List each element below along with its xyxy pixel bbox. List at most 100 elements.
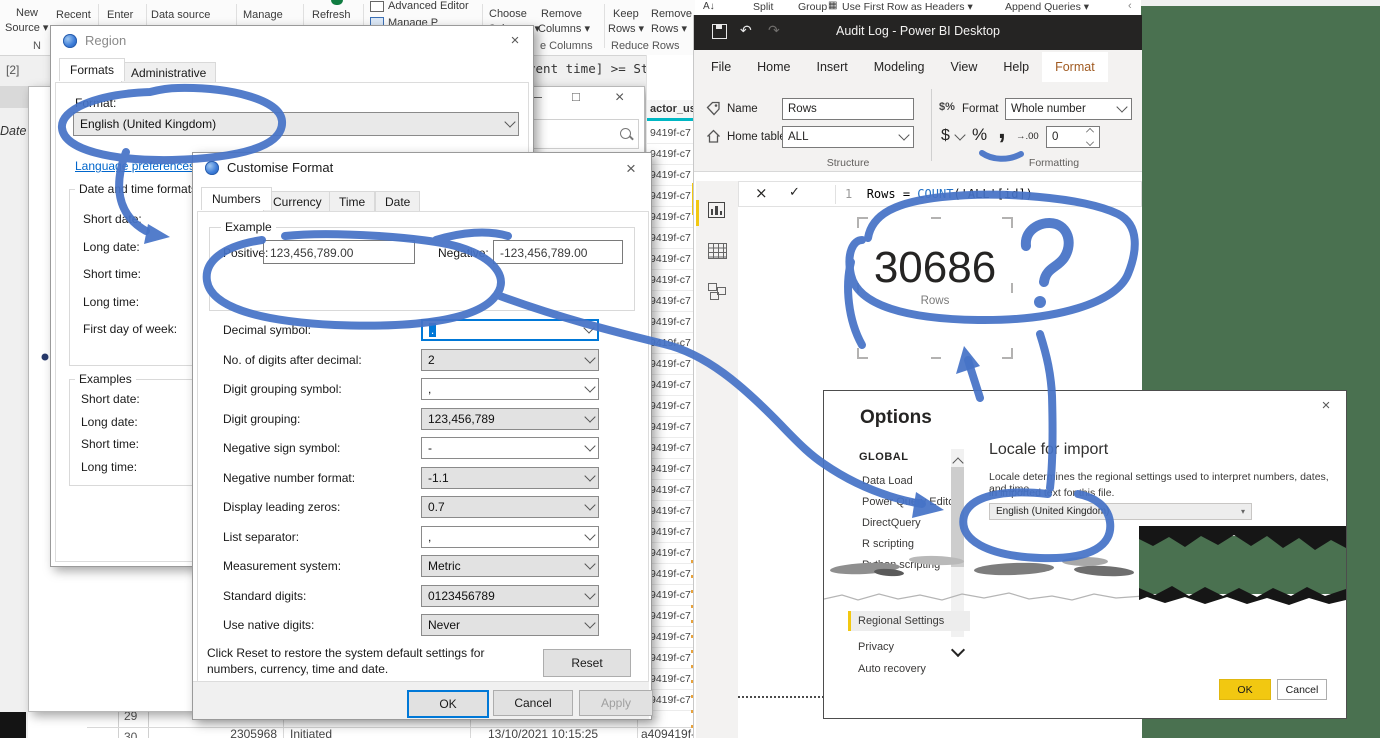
tab-view[interactable]: View [938,52,991,82]
card-visual[interactable]: 30686 Rows [857,217,1013,359]
guid-cell[interactable]: 9419f-c7 [647,270,696,291]
tab-file[interactable]: File [698,52,744,82]
scroll-down-icon[interactable] [950,642,966,658]
tab-help[interactable]: Help [990,52,1042,82]
cf-setting-select[interactable]: Metric [421,555,599,577]
options-scrollbar[interactable] [951,449,964,637]
scrollbar-thumb[interactable] [951,467,964,567]
tab-format[interactable]: Format [1042,51,1108,82]
close-icon[interactable]: × [615,89,624,107]
append-queries-button[interactable]: Append Queries ▾ [1005,1,1089,13]
cf-positive-field[interactable]: 123,456,789.00 [263,240,415,264]
language-preferences-link[interactable]: Language preferences [75,159,195,173]
decimal-places-icon[interactable]: →.00 [1016,131,1039,142]
enter-data-button[interactable]: Enter [107,9,133,21]
guid-cell[interactable]: 9419f-c7 [647,648,696,669]
options-nav-item[interactable]: R scripting [862,534,958,555]
guid-cell[interactable]: 9419f-c7 [647,501,696,522]
remove-columns-button[interactable]: Remove [541,8,582,20]
tab-home[interactable]: Home [744,52,803,82]
currency-chevron-icon[interactable] [954,129,966,141]
region-format-select[interactable]: English (United Kingdom) [73,112,519,136]
guid-cell[interactable]: 9419f-c7 [647,564,696,585]
data-view-icon[interactable] [708,243,727,259]
refresh-button[interactable]: Refresh [312,9,351,21]
cancel-button[interactable]: Cancel [493,690,573,716]
guid-cell[interactable]: 9419f-c7 [647,480,696,501]
columns-label-2[interactable]: Columns ▾ [538,22,590,35]
advanced-editor-button[interactable]: Advanced Editor [388,0,469,12]
manage-button[interactable]: Manage [243,9,283,21]
collapse-chevron-icon[interactable]: ‹ [1128,0,1132,12]
first-row-headers-button[interactable]: Use First Row as Headers ▾ [842,1,973,13]
currency-icon[interactable]: $ [941,127,950,145]
resize-handle[interactable] [931,357,941,359]
resize-handle[interactable] [857,283,859,293]
cf-tab-date[interactable]: Date [375,191,421,211]
remove-rows-button[interactable]: Remove [651,8,692,20]
guid-cell[interactable]: 9419f-c7 [647,669,696,690]
cf-setting-select[interactable]: 2 [421,348,599,371]
options-nav-item[interactable]: DirectQuery [862,513,958,534]
format-select[interactable]: Whole number [1005,98,1132,120]
cf-setting-select[interactable]: - [421,437,599,459]
cf-setting-select[interactable]: -1.1 [421,466,599,489]
cf-tab-currency[interactable]: Currency [263,191,332,211]
options-nav-item[interactable]: Data Load [862,471,958,492]
cf-close-icon[interactable]: × [621,159,641,179]
selected-step-band[interactable] [0,86,28,108]
data-source-button[interactable]: Data source [151,9,210,21]
options-nav-item[interactable]: Power Query Editor [862,492,958,513]
guid-cell[interactable]: 9419f-c7 [647,249,696,270]
guid-cell[interactable]: 9419f-c7 [647,123,696,144]
tab-modeling[interactable]: Modeling [861,52,938,82]
cf-negative-field[interactable]: -123,456,789.00 [493,240,623,264]
cf-setting-select[interactable]: 0123456789 [421,584,599,607]
tab-insert[interactable]: Insert [804,52,861,82]
group-by-button[interactable]: Group [798,1,827,13]
guid-cell[interactable]: 9419f-c7 [647,354,696,375]
guid-cell[interactable]: 9419f-c7 [647,606,696,627]
guid-cell[interactable]: 9419f-c7 [647,165,696,186]
guid-cell[interactable]: 9419f-c7 [647,333,696,354]
formula-commit-icon[interactable]: ✓ [789,185,800,200]
guid-cell[interactable]: 9419f-c7 [647,585,696,606]
ok-button[interactable]: OK [407,690,489,718]
cf-tab-time[interactable]: Time [329,191,376,211]
model-view-icon[interactable] [708,283,726,300]
guid-cell[interactable]: 9419f-c7 [647,228,696,249]
locale-select[interactable]: English (United Kingdom) ▾ [989,503,1252,520]
maximize-icon[interactable]: □ [572,89,580,104]
cf-setting-select[interactable]: 0.7 [421,496,599,518]
percent-icon[interactable]: % [972,125,987,145]
cf-setting-select[interactable]: , [421,378,599,400]
resize-handle[interactable] [1011,283,1013,293]
recent-button[interactable]: Recent [56,9,91,21]
guid-cell[interactable]: 9419f-c7 [647,144,696,165]
resize-handle[interactable] [931,217,941,219]
home-table-select[interactable]: ALL [782,126,914,148]
guid-cell[interactable]: 9419f-c7 [647,543,696,564]
region-tab-administrative[interactable]: Administrative [121,62,217,82]
guid-column-header[interactable]: actor_us [647,100,699,118]
formula-cancel-icon[interactable]: × [755,184,768,202]
new-source-button[interactable]: New [16,7,38,19]
cf-setting-select[interactable]: 123,456,789 [421,407,599,430]
guid-cell[interactable]: 9419f-c7 [647,375,696,396]
options-ok-button[interactable]: OK [1219,679,1271,700]
privacy-item[interactable]: Privacy [858,641,894,653]
guid-cell[interactable]: 9419f-c7 [647,186,696,207]
cf-setting-select[interactable]: . [421,319,599,341]
guid-cell[interactable]: 9419f-c7 [647,690,696,711]
sort-icon[interactable]: A↓ [703,1,715,12]
cf-setting-select[interactable]: , [421,525,599,548]
options-close-icon[interactable]: × [1316,397,1336,414]
guid-cell[interactable]: 9419f-c7 [647,291,696,312]
guid-cell[interactable]: 9419f-c7 [647,417,696,438]
guid-cell[interactable]: 9419f-c7 [647,522,696,543]
auto-recovery-item[interactable]: Auto recovery [858,663,926,675]
thousands-separator-icon[interactable]: , [998,113,1006,145]
new-source-label[interactable]: Source ▾ [5,21,48,34]
keep-rows-button[interactable]: Keep [613,8,639,20]
cf-setting-select[interactable]: Never [421,614,599,636]
